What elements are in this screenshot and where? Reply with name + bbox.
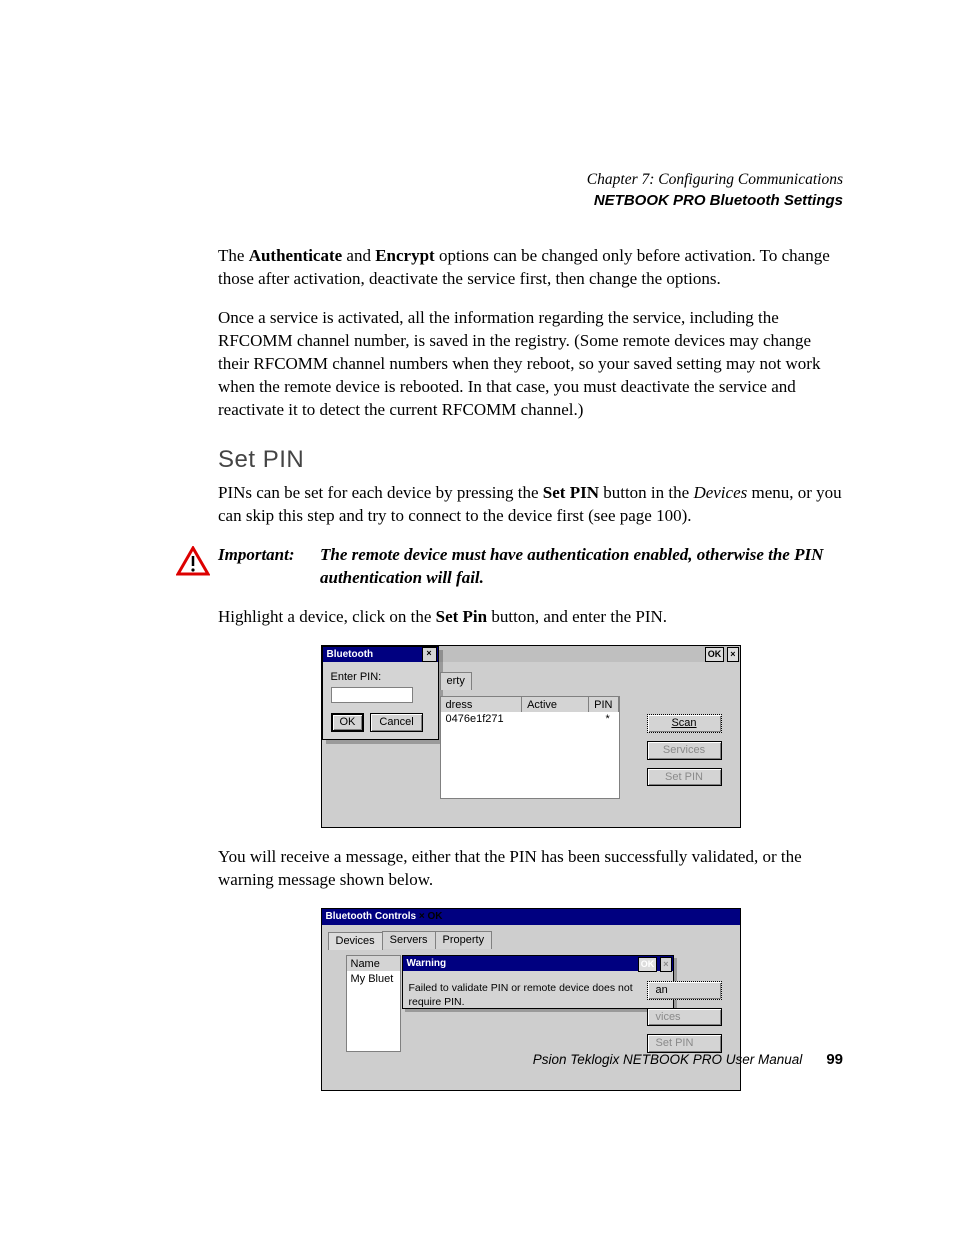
window-close-icon[interactable]: × [419,911,425,922]
close-icon[interactable]: × [422,647,437,662]
important-note: Important: The remote device must have a… [218,544,843,590]
tab-property[interactable]: Property [435,931,493,949]
tab-devices[interactable]: Devices [328,932,383,950]
paragraph-pins-intro: PINs can be set for each device by press… [218,482,843,528]
dialog-title: Bluetooth [327,647,374,662]
services-button-partial[interactable]: vices [647,1008,722,1027]
table-row[interactable]: 0476e1f271 * [441,712,619,726]
paragraph-rfcomm: Once a service is activated, all the inf… [218,307,843,422]
window-ok-button[interactable]: OK [705,647,725,662]
table-row[interactable]: My Bluet [347,971,400,988]
ok-button[interactable]: OK [331,713,365,732]
column-address: dress [441,697,523,713]
dialog-ok-button[interactable]: OK [638,957,658,972]
dialog-title: Warning [407,958,447,969]
paragraph-authenticate-encrypt: The Authenticate and Encrypt options can… [218,245,843,291]
tab-servers[interactable]: Servers [382,931,436,949]
paragraph-validation-result: You will receive a message, either that … [218,846,843,892]
device-list[interactable]: 0476e1f271 * [440,712,620,799]
warning-triangle-icon [176,546,210,576]
cancel-button[interactable]: Cancel [370,713,422,732]
warning-message: Failed to validate PIN or remote device … [403,971,673,1019]
device-list[interactable]: My Bluet [346,971,401,1052]
tab-property-partial[interactable]: erty [440,672,472,690]
heading-set-pin: Set PIN [218,444,843,476]
chapter-subtitle: NETBOOK PRO Bluetooth Settings [218,191,843,211]
column-pin: PIN [589,697,618,713]
page-footer: Psion Teklogix NETBOOK PRO User Manual99 [218,1050,843,1070]
window-ok-button[interactable]: OK [427,911,442,922]
scan-button[interactable]: Scan [647,714,722,733]
paragraph-highlight-device: Highlight a device, click on the Set Pin… [218,606,843,629]
screenshot-enter-pin: × OK Bluetooth × Enter PIN: OK Cancel er… [321,645,741,828]
pin-input[interactable] [331,687,413,703]
window-title: Bluetooth Controls [326,911,417,922]
column-active: Active [522,697,589,713]
warning-dialog: Warning × OK Failed to validate PIN or r… [402,955,674,1009]
chapter-line: Chapter 7: Configuring Communications [218,170,843,191]
enter-pin-label: Enter PIN: [331,671,382,683]
window-close-icon[interactable]: × [727,647,738,662]
scan-button-partial[interactable]: an [647,981,722,1000]
set-pin-button[interactable]: Set PIN [647,768,722,787]
close-icon: × [660,957,671,972]
services-button[interactable]: Services [647,741,722,760]
enter-pin-dialog: Bluetooth × Enter PIN: OK Cancel [322,646,439,740]
